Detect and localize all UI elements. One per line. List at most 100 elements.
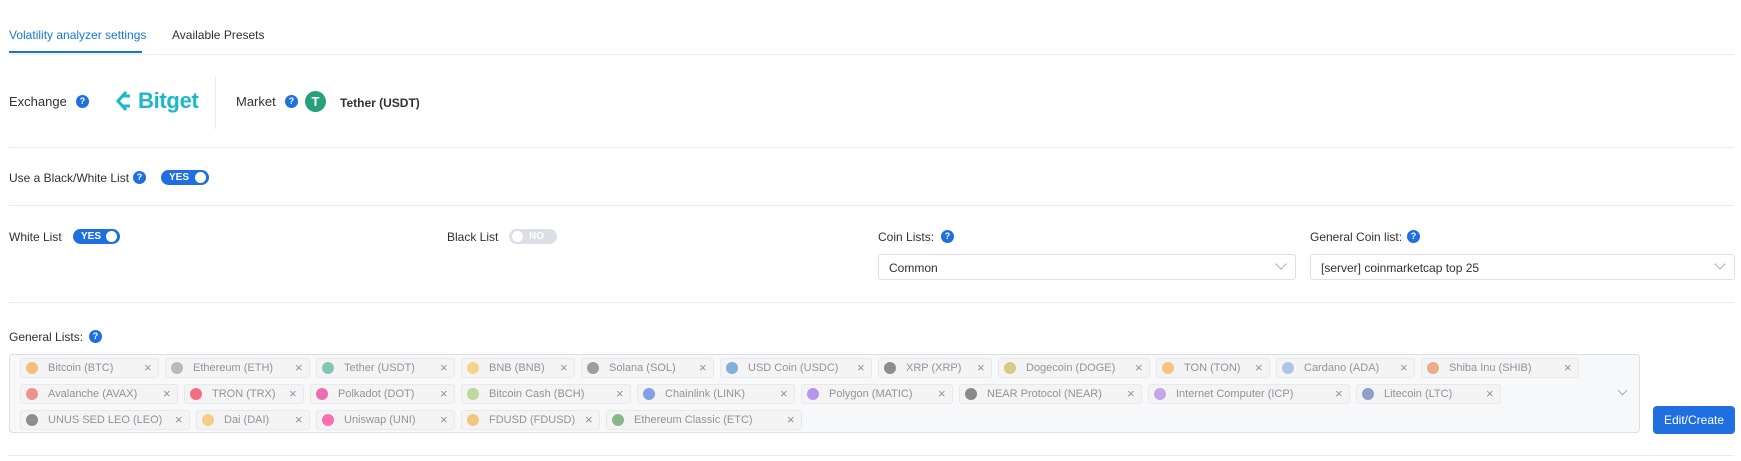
coin-tag-label: Cardano (ADA) xyxy=(1304,362,1380,374)
close-icon[interactable]: × xyxy=(440,360,448,376)
close-icon[interactable]: × xyxy=(1255,360,1263,376)
general-lists-select[interactable]: Bitcoin (BTC) × Ethereum (ETH) × Tether (USD… xyxy=(9,354,1640,433)
bw-list-toggle[interactable]: YES xyxy=(161,170,209,185)
coin-tag-label: NEAR Protocol (NEAR) xyxy=(987,388,1102,400)
coin-icon xyxy=(1282,362,1294,374)
coin-tag-label: Tether (USDT) xyxy=(344,362,415,374)
close-icon[interactable]: × xyxy=(1486,386,1494,402)
black-list-toggle-text: NO xyxy=(529,231,544,242)
coin-tag: Shiba Inu (SHIB) × xyxy=(1421,358,1579,378)
close-icon[interactable]: × xyxy=(938,386,946,402)
coin-icon xyxy=(190,388,202,400)
coin-icon xyxy=(807,388,819,400)
coin-icon xyxy=(467,414,479,426)
tab-volatility-settings[interactable]: Volatility analyzer settings xyxy=(9,28,146,42)
coin-tag-label: Uniswap (UNI) xyxy=(344,414,416,426)
chevron-down-icon xyxy=(1275,258,1287,270)
coin-icon xyxy=(26,414,38,426)
tab-available-presets[interactable]: Available Presets xyxy=(172,28,265,42)
market-help-icon[interactable]: ? xyxy=(285,95,298,108)
white-list-toggle[interactable]: YES xyxy=(73,229,120,244)
toggle-knob xyxy=(106,231,117,242)
coin-icon xyxy=(965,388,977,400)
close-icon[interactable]: × xyxy=(1335,386,1343,402)
coin-tag: Dogecoin (DOGE) × xyxy=(998,358,1150,378)
active-tab-indicator xyxy=(9,51,142,53)
close-icon[interactable]: × xyxy=(295,360,303,376)
close-icon[interactable]: × xyxy=(857,360,865,376)
close-icon[interactable]: × xyxy=(440,386,448,402)
close-icon[interactable]: × xyxy=(289,386,297,402)
black-list-toggle[interactable]: NO xyxy=(509,229,557,244)
close-icon[interactable]: × xyxy=(1564,360,1572,376)
close-icon[interactable]: × xyxy=(295,412,303,428)
coin-tag-label: Litecoin (LTC) xyxy=(1384,388,1453,400)
close-icon[interactable]: × xyxy=(560,360,568,376)
coin-tag-label: Ethereum Classic (ETC) xyxy=(634,414,753,426)
coin-icon xyxy=(1427,362,1439,374)
close-icon[interactable]: × xyxy=(780,386,788,402)
close-icon[interactable]: × xyxy=(699,360,707,376)
coin-tag: Ethereum (ETH) × xyxy=(165,358,310,378)
coin-icon xyxy=(322,362,334,374)
toggle-knob xyxy=(512,231,523,242)
coin-tag-label: Bitcoin (BTC) xyxy=(48,362,114,374)
coin-tag-label: Avalanche (AVAX) xyxy=(48,388,138,400)
close-icon[interactable]: × xyxy=(977,360,985,376)
coin-icon xyxy=(26,388,38,400)
close-icon[interactable]: × xyxy=(163,386,171,402)
coin-tag: Ethereum Classic (ETC) × xyxy=(606,410,802,430)
market-label: Market xyxy=(236,94,276,109)
coin-tag: Litecoin (LTC) × xyxy=(1356,384,1501,404)
coin-icon xyxy=(643,388,655,400)
coin-tag: Uniswap (UNI) × xyxy=(316,410,455,430)
bw-list-help-icon[interactable]: ? xyxy=(133,171,146,184)
coin-tag-label: Bitcoin Cash (BCH) xyxy=(489,388,585,400)
general-coin-list-help-icon[interactable]: ? xyxy=(1407,230,1420,243)
coin-tag-label: Dogecoin (DOGE) xyxy=(1026,362,1116,374)
bitget-logo-icon xyxy=(115,91,130,111)
coin-icon xyxy=(202,414,214,426)
coin-icon xyxy=(171,362,183,374)
close-icon[interactable]: × xyxy=(1135,360,1143,376)
white-list-label: White List xyxy=(9,230,62,244)
close-icon[interactable]: × xyxy=(144,360,152,376)
coin-tag: TON (TON) × xyxy=(1156,358,1270,378)
close-icon[interactable]: × xyxy=(585,412,593,428)
general-lists-help-icon[interactable]: ? xyxy=(89,330,102,343)
edit-create-button[interactable]: Edit/Create xyxy=(1653,406,1735,434)
close-icon[interactable]: × xyxy=(440,412,448,428)
coin-tag-label: Ethereum (ETH) xyxy=(193,362,274,374)
tab-bar: Volatility analyzer settings Available P… xyxy=(9,0,1734,55)
close-icon[interactable]: × xyxy=(175,412,183,428)
bw-list-toggle-text: YES xyxy=(169,172,190,183)
market-value: Tether (USDT) xyxy=(340,96,420,110)
coin-icon xyxy=(467,388,479,400)
white-list-toggle-text: YES xyxy=(81,231,102,242)
coin-tag: Bitcoin (BTC) × xyxy=(20,358,159,378)
black-list-label: Black List xyxy=(447,230,499,244)
close-icon[interactable]: × xyxy=(787,412,795,428)
coin-tag-label: Internet Computer (ICP) xyxy=(1176,388,1294,400)
divider xyxy=(9,302,1734,303)
coin-tag-label: UNUS SED LEO (LEO) xyxy=(48,414,163,426)
coin-icon xyxy=(316,388,328,400)
chevron-down-icon xyxy=(1714,258,1726,270)
coin-icon xyxy=(1004,362,1016,374)
coin-icon xyxy=(884,362,896,374)
coin-lists-select[interactable]: Common xyxy=(878,254,1296,280)
divider xyxy=(215,77,216,129)
general-coin-list-select[interactable]: [server] coinmarketcap top 25 xyxy=(1310,254,1735,280)
coin-tag-label: Dai (DAI) xyxy=(224,414,270,426)
close-icon[interactable]: × xyxy=(616,386,624,402)
exchange-help-icon[interactable]: ? xyxy=(76,95,89,108)
coin-tag: Bitcoin Cash (BCH) × xyxy=(461,384,631,404)
close-icon[interactable]: × xyxy=(1400,360,1408,376)
coin-tag: XRP (XRP) × xyxy=(878,358,992,378)
coin-tag-label: TON (TON) xyxy=(1184,362,1241,374)
coin-lists-help-icon[interactable]: ? xyxy=(941,230,954,243)
close-icon[interactable]: × xyxy=(1127,386,1135,402)
divider xyxy=(9,205,1734,206)
bw-list-label: Use a Black/White List xyxy=(9,171,130,185)
coin-tag: Chainlink (LINK) × xyxy=(637,384,795,404)
